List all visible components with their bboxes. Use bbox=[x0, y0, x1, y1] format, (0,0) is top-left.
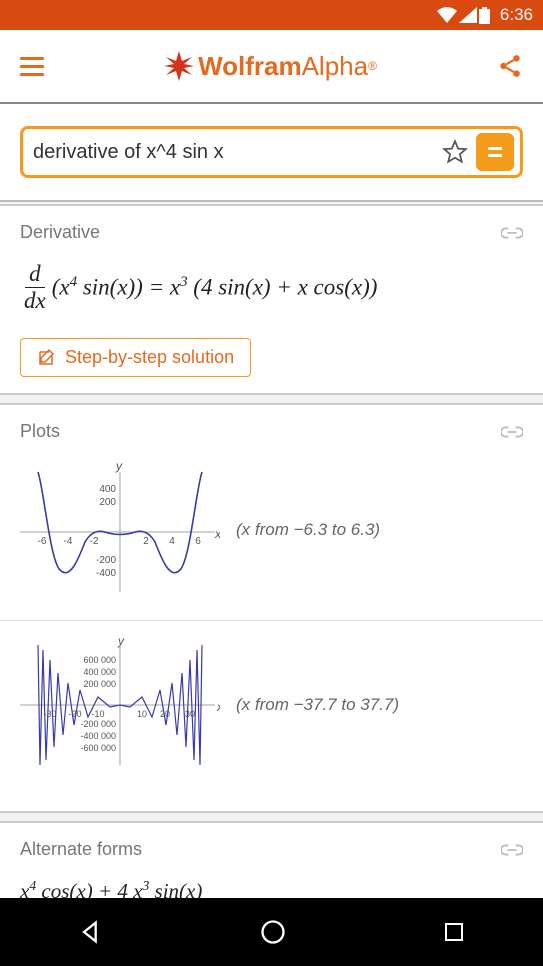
equals-icon bbox=[485, 142, 505, 162]
svg-text:-30: -30 bbox=[43, 709, 56, 719]
card-title: Alternate forms bbox=[20, 839, 142, 860]
status-icons bbox=[437, 7, 490, 24]
svg-text:10: 10 bbox=[137, 709, 147, 719]
plots-card: Plots y x -6 -4 -2 2 4 6 bbox=[0, 403, 543, 813]
plot-2: y x -30-20-10 102030 600 000400 000200 0… bbox=[20, 635, 220, 775]
recents-button[interactable] bbox=[442, 920, 466, 944]
svg-text:x: x bbox=[214, 527, 220, 541]
link-icon[interactable] bbox=[501, 843, 523, 857]
svg-text:30: 30 bbox=[185, 709, 195, 719]
svg-text:200 000: 200 000 bbox=[83, 679, 116, 689]
favorite-button[interactable] bbox=[442, 139, 468, 165]
back-button[interactable] bbox=[77, 918, 105, 946]
android-status-bar: 6:36 bbox=[0, 0, 543, 30]
wolfram-logo[interactable]: WolframAlpha® bbox=[164, 51, 377, 82]
svg-text:y: y bbox=[117, 635, 125, 648]
search-input[interactable] bbox=[33, 141, 434, 164]
link-icon[interactable] bbox=[501, 226, 523, 240]
svg-text:x: x bbox=[216, 700, 220, 714]
share-button[interactable] bbox=[497, 53, 523, 79]
card-title: Plots bbox=[20, 421, 60, 442]
derivative-card: Derivative ddx (x4 sin(x)) = x3 (4 sin(x… bbox=[0, 204, 543, 395]
app-header: WolframAlpha® bbox=[0, 30, 543, 104]
step-button-label: Step-by-step solution bbox=[65, 347, 234, 368]
search-section bbox=[0, 104, 543, 202]
svg-text:-200: -200 bbox=[96, 555, 116, 566]
plot-1: y x -6 -4 -2 2 4 6 400 200 -200 -400 bbox=[20, 460, 220, 600]
home-button[interactable] bbox=[259, 918, 287, 946]
svg-text:-600 000: -600 000 bbox=[80, 743, 116, 753]
link-icon[interactable] bbox=[501, 425, 523, 439]
svg-text:-400 000: -400 000 bbox=[80, 731, 116, 741]
battery-icon bbox=[479, 7, 490, 24]
derivative-output: ddx (x4 sin(x)) = x3 (4 sin(x) + x cos(x… bbox=[20, 261, 523, 314]
search-box bbox=[20, 126, 523, 178]
svg-text:2: 2 bbox=[143, 536, 149, 547]
results: Derivative ddx (x4 sin(x)) = x3 (4 sin(x… bbox=[0, 204, 543, 908]
svg-text:-2: -2 bbox=[90, 536, 99, 547]
status-time: 6:36 bbox=[500, 5, 533, 25]
logo-text-right: Alpha bbox=[302, 51, 369, 82]
menu-button[interactable] bbox=[20, 57, 44, 76]
svg-text:400 000: 400 000 bbox=[83, 667, 116, 677]
compute-button[interactable] bbox=[476, 133, 514, 171]
spikey-icon bbox=[164, 51, 194, 81]
svg-text:-200 000: -200 000 bbox=[80, 719, 116, 729]
svg-text:-400: -400 bbox=[96, 568, 116, 579]
wifi-icon bbox=[437, 7, 457, 23]
plot-caption-1: (x from −6.3 to 6.3) bbox=[236, 520, 380, 540]
svg-text:-6: -6 bbox=[38, 536, 47, 547]
plot-row-1: y x -6 -4 -2 2 4 6 400 200 -200 -400 bbox=[20, 460, 523, 600]
svg-text:4: 4 bbox=[169, 536, 175, 547]
plot-row-2: y x -30-20-10 102030 600 000400 000200 0… bbox=[20, 635, 523, 775]
card-title: Derivative bbox=[20, 222, 100, 243]
svg-text:-4: -4 bbox=[64, 536, 73, 547]
svg-text:y: y bbox=[115, 460, 123, 473]
alternate-forms-card: Alternate forms x4 cos(x) + 4 x3 sin(x) bbox=[0, 821, 543, 908]
pencil-square-icon bbox=[37, 349, 55, 367]
plot-caption-2: (x from −37.7 to 37.7) bbox=[236, 695, 399, 715]
svg-text:6: 6 bbox=[195, 536, 201, 547]
svg-text:600 000: 600 000 bbox=[83, 655, 116, 665]
android-nav-bar bbox=[0, 898, 543, 966]
signal-icon bbox=[459, 7, 477, 23]
svg-text:200: 200 bbox=[99, 497, 116, 508]
svg-text:400: 400 bbox=[99, 484, 116, 495]
step-by-step-button[interactable]: Step-by-step solution bbox=[20, 338, 251, 377]
svg-text:-10: -10 bbox=[91, 709, 104, 719]
logo-text-left: Wolfram bbox=[198, 51, 302, 82]
